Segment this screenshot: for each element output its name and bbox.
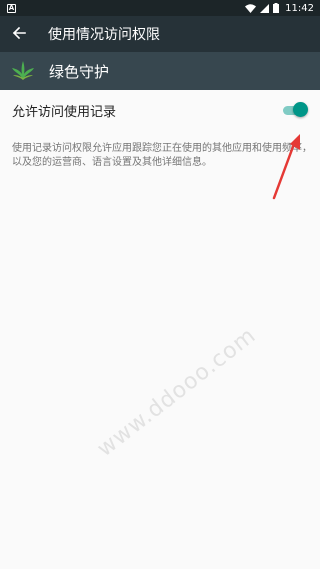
status-bar: A 11:42 <box>0 0 320 16</box>
app-header: 绿色守护 <box>0 52 320 90</box>
usage-access-setting-row[interactable]: 允许访问使用记录 <box>0 90 320 130</box>
page-title: 使用情况访问权限 <box>48 27 160 43</box>
status-left: A <box>7 3 16 13</box>
annotation-arrow-icon <box>270 130 306 204</box>
status-time: 11:42 <box>285 2 314 14</box>
leaf-icon <box>5 52 41 90</box>
usage-access-toggle[interactable] <box>282 102 308 118</box>
notification-icon: A <box>7 3 16 13</box>
watermark: www.ddooo.com <box>92 322 262 463</box>
back-button[interactable] <box>1 16 37 52</box>
wifi-icon <box>245 3 257 13</box>
status-right: 11:42 <box>245 3 314 14</box>
usage-access-description: 使用记录访问权限允许应用跟踪您正在使用的其他应用和使用频率，以及您的运营商、语言… <box>12 143 312 168</box>
app-name: 绿色守护 <box>49 62 110 81</box>
battery-icon <box>273 3 280 13</box>
usage-access-label: 允许访问使用记录 <box>12 104 117 120</box>
arrow-left-icon <box>12 25 26 44</box>
signal-icon <box>260 3 270 13</box>
toggle-thumb <box>293 102 308 117</box>
app-bar: 使用情况访问权限 <box>0 16 320 52</box>
